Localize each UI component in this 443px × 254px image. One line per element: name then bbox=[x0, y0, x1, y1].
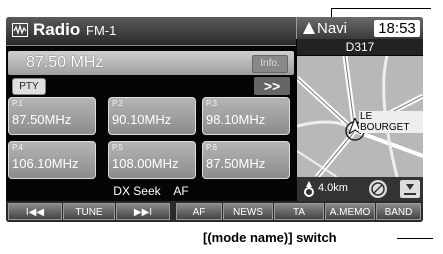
preset-button-1[interactable]: P.1 87.50MHz bbox=[8, 97, 96, 135]
map-menu-button[interactable] bbox=[400, 180, 420, 198]
preset-button-4[interactable]: P.4 106.10MHz bbox=[8, 141, 96, 179]
source-button-bar: I◀◀ TUNE ▶▶I AF NEWS TA A.MEMO BAND bbox=[6, 201, 423, 222]
zoom-icon bbox=[371, 182, 385, 196]
radio-header: Radio FM-1 bbox=[6, 17, 296, 46]
frequency-value: 87.50 MHz bbox=[26, 54, 104, 71]
preset-button-2[interactable]: P.2 90.10MHz bbox=[108, 97, 196, 135]
preset-number: P.6 bbox=[206, 143, 217, 152]
preset-number: P.4 bbox=[12, 143, 23, 152]
preset-button-6[interactable]: P.6 87.50MHz bbox=[202, 141, 290, 179]
preset-number: P.5 bbox=[112, 143, 123, 152]
news-button[interactable]: NEWS bbox=[223, 203, 273, 220]
preset-number: P.3 bbox=[206, 99, 217, 108]
map-scale-button[interactable] bbox=[369, 180, 387, 198]
frequency-display: 87.50 MHz Info. bbox=[8, 51, 294, 75]
pty-button[interactable]: PTY bbox=[12, 78, 46, 95]
map-place-label: LE BOURGET bbox=[359, 111, 423, 133]
preset-frequency: 98.10MHz bbox=[206, 112, 266, 127]
preset-number: P.2 bbox=[112, 99, 123, 108]
preset-button-5[interactable]: P.5 108.00MHz bbox=[108, 141, 196, 179]
callout-label: [(mode name)] switch bbox=[203, 230, 337, 245]
preset-frequency: 87.50MHz bbox=[206, 156, 266, 171]
seek-prev-button[interactable]: I◀◀ bbox=[8, 203, 62, 220]
band-label: FM-1 bbox=[86, 23, 117, 38]
clock: 18:53 bbox=[374, 20, 420, 37]
callout-line bbox=[331, 8, 431, 9]
preset-frequency: 87.50MHz bbox=[12, 112, 72, 127]
seek-forward-button[interactable]: >> bbox=[254, 77, 290, 95]
navi-label: Navi bbox=[317, 20, 348, 37]
preset-number: P.1 bbox=[12, 99, 23, 108]
download-icon bbox=[404, 184, 416, 195]
af-button[interactable]: AF bbox=[176, 203, 222, 220]
distance-readout: 4.0km bbox=[318, 182, 348, 194]
ta-button[interactable]: TA bbox=[274, 203, 324, 220]
band-button[interactable]: BAND bbox=[376, 203, 421, 220]
preset-frequency: 90.10MHz bbox=[112, 112, 172, 127]
preset-frequency: 108.00MHz bbox=[112, 156, 179, 171]
navi-mode-switch[interactable]: Navi 18:53 bbox=[296, 17, 423, 39]
info-button[interactable]: Info. bbox=[252, 55, 288, 73]
road-name: D317 bbox=[297, 39, 423, 55]
callout-line bbox=[397, 238, 433, 239]
a-memo-button[interactable]: A.MEMO bbox=[325, 203, 375, 220]
radio-screen: Radio FM-1 Navi 18:53 D317 87.50 MHz Inf… bbox=[6, 17, 423, 222]
mode-title: Radio bbox=[33, 20, 81, 39]
preset-button-3[interactable]: P.3 98.10MHz bbox=[202, 97, 290, 135]
tune-button[interactable]: TUNE bbox=[63, 203, 115, 220]
navigation-arrow-icon bbox=[303, 22, 315, 34]
navigation-map[interactable]: LE BOURGET bbox=[297, 56, 423, 177]
seek-mode: DX Seek bbox=[113, 184, 161, 198]
seek-status: DX Seek AF bbox=[6, 183, 296, 200]
radio-icon bbox=[12, 23, 28, 37]
preset-frequency: 106.10MHz bbox=[12, 156, 79, 171]
map-footer: 4.0km bbox=[297, 177, 423, 201]
af-indicator: AF bbox=[173, 184, 189, 198]
compass-icon bbox=[304, 181, 314, 197]
seek-next-button[interactable]: ▶▶I bbox=[116, 203, 170, 220]
